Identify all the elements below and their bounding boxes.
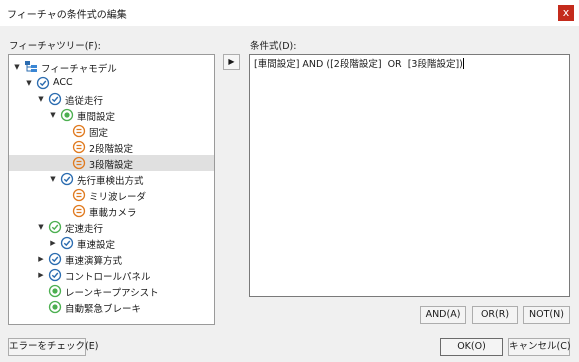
optional-check-icon [48, 220, 62, 234]
expand-arrow-icon[interactable]: ▼ [49, 175, 57, 183]
tree-item-label: 車載カメラ [89, 208, 137, 219]
mandatory-check-icon [60, 172, 74, 186]
tree-item-label: 3段階設定 [89, 160, 134, 171]
tree-item-label: 自動緊急ブレーキ [65, 304, 142, 315]
alternative-group-icon [60, 108, 74, 122]
feature-tree[interactable]: ▼ フィーチャモデル ▼ ACC ▼ 追従走行 ▼ 車間設定固定 2段階設定 3段階設定 ▼ 先行車検… [8, 54, 215, 325]
check-errors-button[interactable]: エラーをチェック(E) [8, 338, 98, 356]
text-caret [462, 58, 464, 69]
tree-item[interactable]: 車載カメラ [9, 203, 214, 219]
tree-item[interactable]: ▼ フィーチャモデル [9, 59, 214, 75]
tree-item[interactable]: 自動緊急ブレーキ [9, 299, 214, 315]
tree-item[interactable]: 2段階設定 [9, 139, 214, 155]
tree-item[interactable]: ▶ 車速演算方式 [9, 251, 214, 267]
optional-dot-icon [48, 284, 62, 298]
tree-item[interactable]: 3段階設定 [9, 155, 214, 171]
tree-item-label: 2段階設定 [89, 144, 134, 155]
mandatory-check-icon [48, 252, 62, 266]
tree-item-label: フィーチャモデル [41, 64, 117, 75]
insert-feature-button[interactable]: ▶ [223, 54, 240, 70]
tree-item[interactable]: ▼ 定速走行 [9, 219, 214, 235]
tree-item-label: 車速演算方式 [65, 256, 123, 267]
close-button[interactable]: x [558, 5, 574, 21]
expand-arrow-icon[interactable]: ▼ [37, 95, 45, 103]
tree-item[interactable]: ▼ ACC [9, 75, 214, 91]
ok-button[interactable]: OK(O) [440, 338, 503, 356]
title-bar: フィーチャの条件式の編集 x [0, 0, 579, 26]
tree-item[interactable]: ミリ波レーダ [9, 187, 214, 203]
tree-item-label: 先行車検出方式 [77, 176, 144, 187]
expression-editor[interactable]: [車間設定] AND ([2段階設定] OR [3段階設定]) [249, 54, 570, 297]
collapse-arrow-icon[interactable]: ▶ [37, 271, 45, 279]
expand-arrow-icon[interactable]: ▼ [25, 79, 33, 87]
alternative-option-icon [72, 204, 86, 218]
tree-item-label: ACC [53, 77, 73, 88]
expression-label: 条件式(D): [250, 41, 297, 52]
collapse-arrow-icon[interactable]: ▶ [37, 255, 45, 263]
tree-item-label: 追従走行 [65, 96, 104, 107]
tree-item-label: 固定 [89, 128, 109, 139]
tree-item[interactable]: ▼ 追従走行 [9, 91, 214, 107]
mandatory-check-icon [36, 76, 50, 90]
expression-text: [車間設定] AND ([2段階設定] OR [3段階設定]) [254, 59, 463, 70]
feature-model-icon [24, 60, 38, 74]
tree-item[interactable]: ▶ コントロールパネル [9, 267, 214, 283]
mandatory-check-icon [48, 268, 62, 282]
tree-item-label: 車間設定 [77, 112, 116, 123]
optional-dot-icon [48, 300, 62, 314]
cancel-button[interactable]: キャンセル(C) [508, 338, 571, 356]
mandatory-check-icon [60, 236, 74, 250]
tree-item[interactable]: ▶ 車速設定 [9, 235, 214, 251]
window-title: フィーチャの条件式の編集 [7, 10, 127, 21]
tree-item[interactable]: 固定 [9, 123, 214, 139]
mandatory-check-icon [48, 92, 62, 106]
tree-item-label: 車速設定 [77, 240, 116, 251]
expand-arrow-icon[interactable]: ▼ [49, 111, 57, 119]
tree-item[interactable]: ▼ 車間設定 [9, 107, 214, 123]
alternative-option-icon [72, 124, 86, 138]
tree-item-label: コントロールパネル [65, 272, 151, 283]
or-button[interactable]: OR(R) [472, 306, 518, 324]
alternative-option-icon [72, 140, 86, 154]
alternative-option-icon [72, 188, 86, 202]
tree-item-label: 定速走行 [65, 224, 104, 235]
feature-tree-label: フィーチャツリー(F): [9, 41, 101, 52]
and-button[interactable]: AND(A) [420, 306, 466, 324]
alternative-option-icon [72, 156, 86, 170]
tree-item[interactable]: ▼ 先行車検出方式 [9, 171, 214, 187]
expand-arrow-icon[interactable]: ▼ [13, 63, 21, 71]
tree-item[interactable]: レーンキープアシスト [9, 283, 214, 299]
collapse-arrow-icon[interactable]: ▶ [49, 239, 57, 247]
expand-arrow-icon[interactable]: ▼ [37, 223, 45, 231]
tree-item-label: ミリ波レーダ [89, 192, 147, 203]
not-button[interactable]: NOT(N) [523, 306, 570, 324]
tree-item-label: レーンキープアシスト [65, 288, 159, 299]
